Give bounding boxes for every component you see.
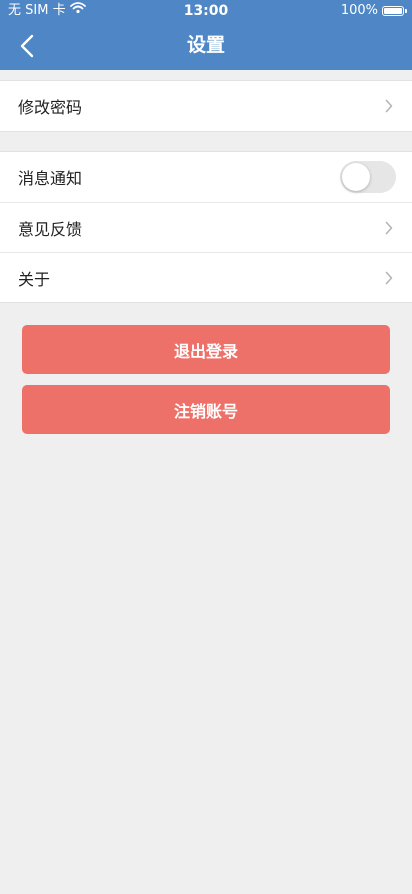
settings-row-change-password[interactable]: 修改密码 xyxy=(0,81,412,131)
page-title: 设置 xyxy=(186,34,225,56)
settings-group-general: 消息通知 意见反馈 关于 xyxy=(0,151,412,303)
settings-row-feedback[interactable]: 意见反馈 xyxy=(0,202,412,252)
logout-button[interactable]: 退出登录 xyxy=(22,325,390,374)
chevron-right-icon xyxy=(384,99,394,113)
battery-label: 100% xyxy=(340,3,378,18)
status-right: 100% xyxy=(340,0,407,22)
toggle-knob xyxy=(342,163,370,191)
notification-toggle[interactable] xyxy=(340,161,396,193)
status-bar: 无 SIM 卡 13:00 100% xyxy=(0,0,412,22)
settings-group-account: 修改密码 xyxy=(0,80,412,132)
settings-row-notifications: 消息通知 xyxy=(0,152,412,202)
settings-row-label: 修改密码 xyxy=(18,98,83,117)
settings-row-about[interactable]: 关于 xyxy=(0,252,412,302)
chevron-right-icon xyxy=(384,271,394,285)
settings-row-label: 意见反馈 xyxy=(18,219,83,239)
settings-row-label: 关于 xyxy=(18,269,51,289)
settings-row-label: 消息通知 xyxy=(18,169,83,188)
battery-icon xyxy=(382,6,407,16)
header-bar: 无 SIM 卡 13:00 100% 设置 xyxy=(0,0,412,70)
chevron-right-icon xyxy=(384,221,394,235)
navigation-bar: 设置 xyxy=(0,22,412,70)
delete-account-button[interactable]: 注销账号 xyxy=(22,385,390,434)
